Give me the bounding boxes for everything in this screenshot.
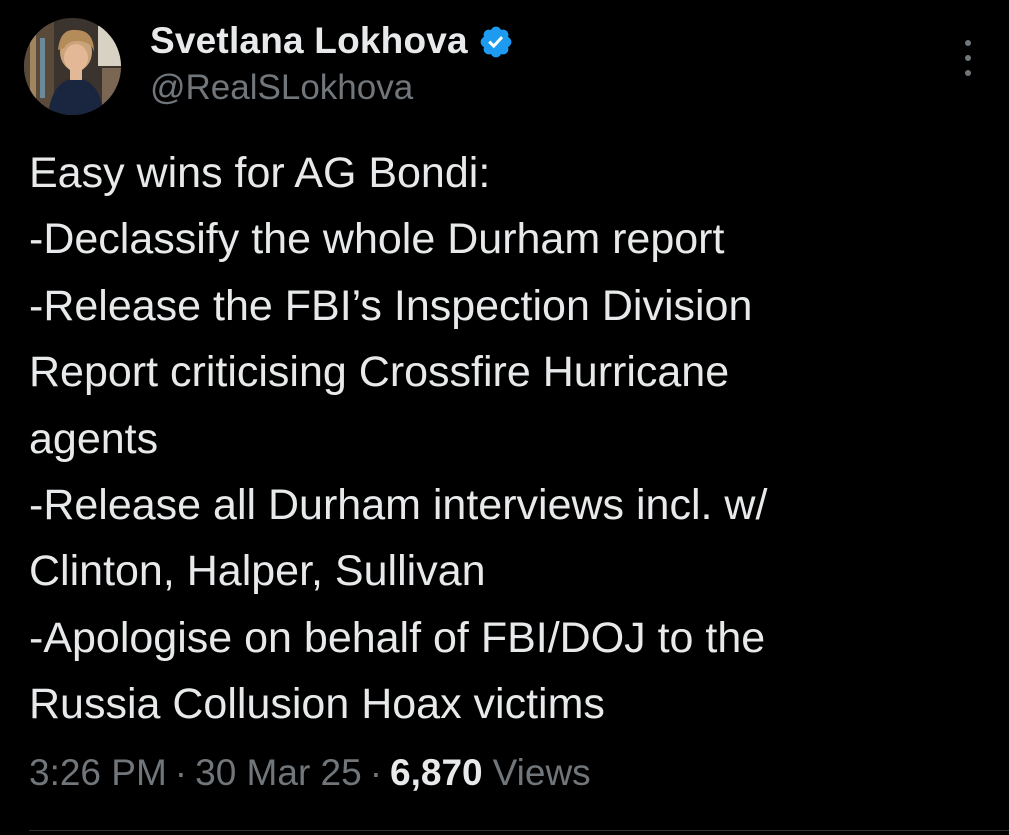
tweet-card[interactable]: Svetlana Lokhova @RealSLokhova Easy wins… bbox=[0, 0, 1009, 835]
author-name-row: Svetlana Lokhova bbox=[150, 18, 514, 64]
tweet-line: -Release all Durham interviews incl. w/ bbox=[29, 481, 768, 530]
more-options-icon[interactable] bbox=[961, 40, 975, 76]
meta-separator: · bbox=[369, 752, 383, 793]
tweet-line: Easy wins for AG Bondi: bbox=[29, 149, 491, 197]
meta-separator: · bbox=[174, 752, 188, 793]
tweet-line: -Apologise on behalf of FBI/DOJ to the bbox=[29, 613, 766, 662]
tweet-line: Russia Collusion Hoax victims bbox=[29, 680, 605, 729]
more-dot bbox=[965, 40, 971, 46]
divider bbox=[29, 830, 1009, 831]
avatar[interactable] bbox=[24, 18, 121, 115]
user-handle[interactable]: @RealSLokhova bbox=[150, 68, 413, 108]
verified-badge-icon[interactable] bbox=[478, 24, 514, 60]
views-label[interactable]: Views bbox=[493, 752, 591, 794]
tweet-meta: 3:26 PM · 30 Mar 25 · 6,870 Views bbox=[29, 752, 591, 794]
more-dot bbox=[965, 70, 971, 76]
more-dot bbox=[965, 55, 971, 61]
tweet-date[interactable]: 30 Mar 25 bbox=[195, 752, 362, 794]
tweet-time[interactable]: 3:26 PM bbox=[29, 752, 167, 794]
tweet-line: Report criticising Crossfire Hurricane bbox=[29, 348, 730, 397]
tweet-line: -Release the FBI’s Inspection Division bbox=[29, 281, 753, 330]
tweet-line: Clinton, Halper, Sullivan bbox=[29, 547, 486, 596]
tweet-text: Easy wins for AG Bondi: -Declassify the … bbox=[29, 140, 989, 738]
tweet-line: agents bbox=[29, 414, 159, 463]
views-count[interactable]: 6,870 bbox=[390, 752, 483, 794]
display-name[interactable]: Svetlana Lokhova bbox=[150, 20, 468, 62]
tweet-line: -Declassify the whole Durham report bbox=[29, 215, 725, 264]
